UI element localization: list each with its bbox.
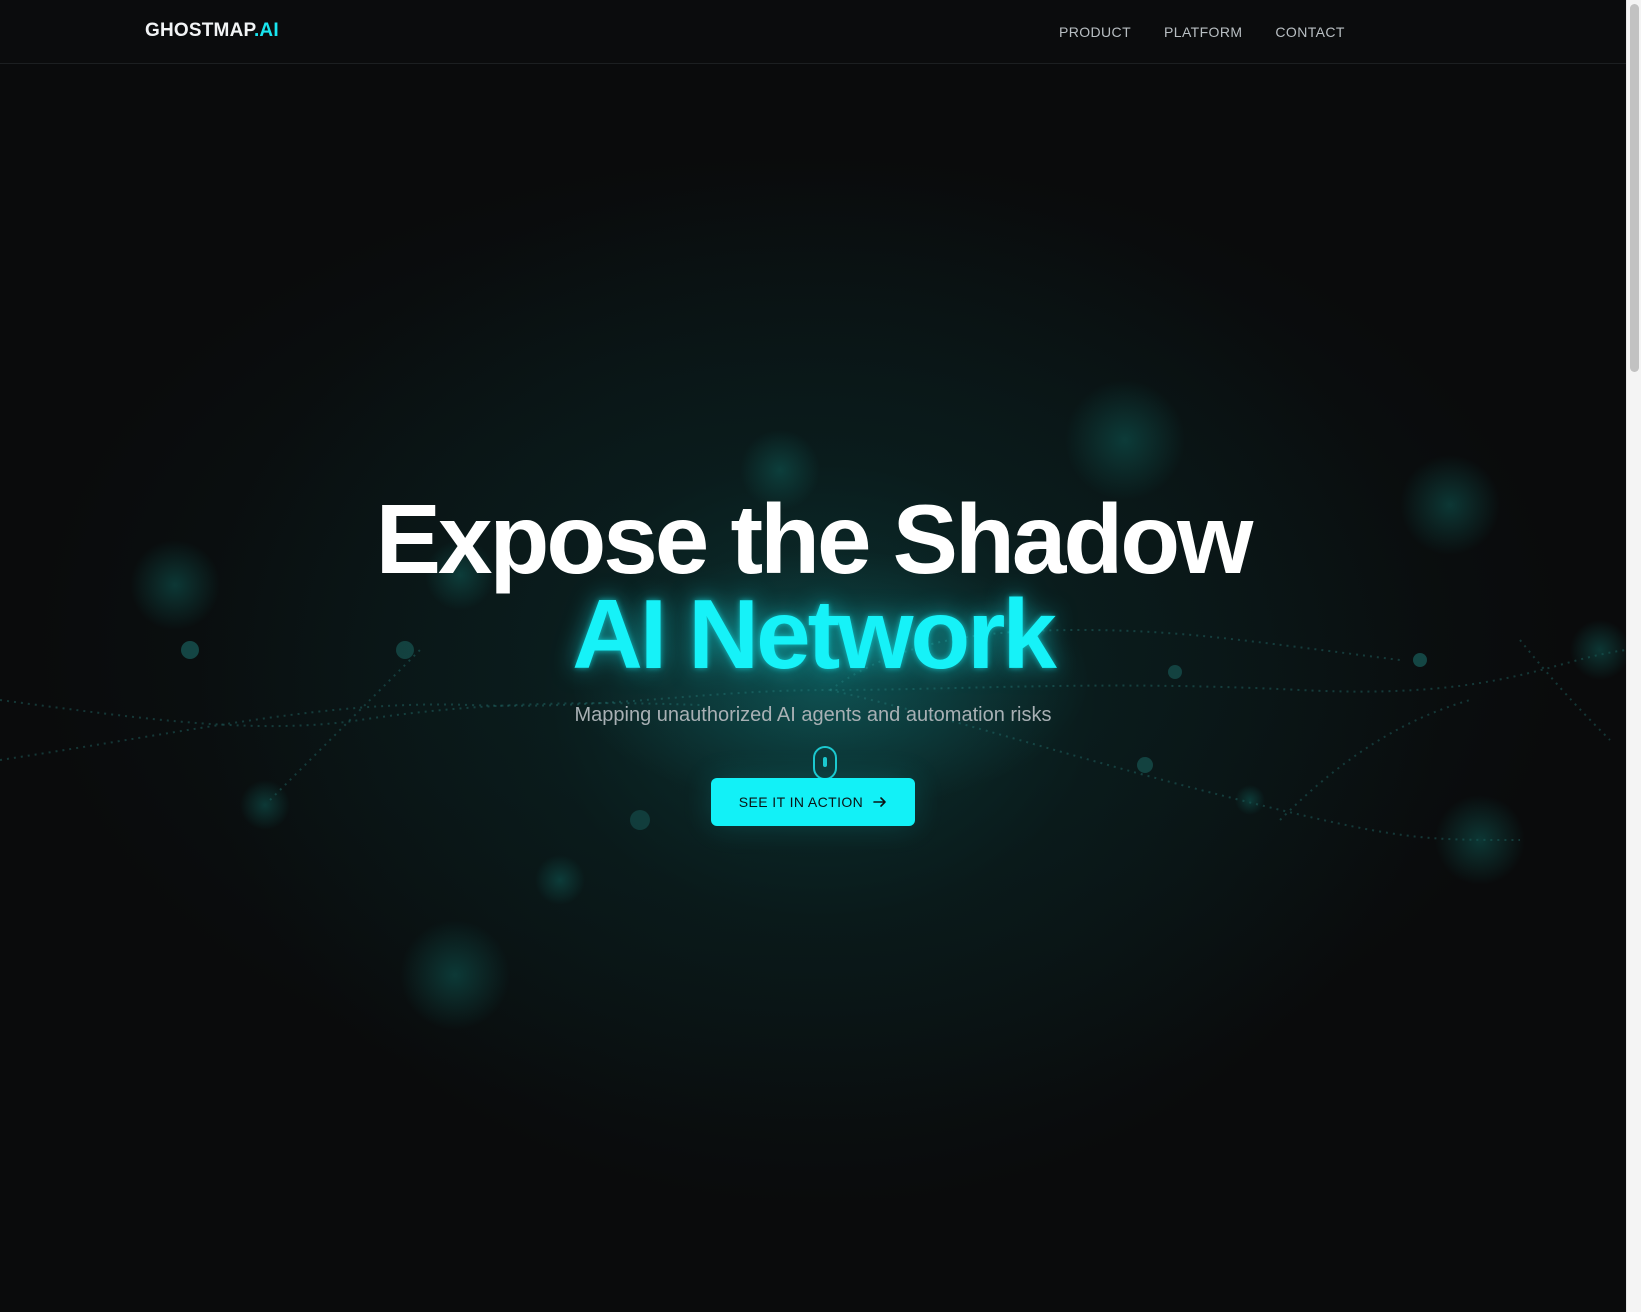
nav-link-platform[interactable]: PLATFORM: [1164, 24, 1242, 40]
arrow-right-icon: [873, 797, 886, 807]
nav-cta-hidden[interactable]: [1372, 22, 1484, 44]
brand-name: GHOSTMAP: [145, 20, 254, 41]
nav-link-contact[interactable]: CONTACT: [1275, 24, 1344, 40]
page-scrollbar[interactable]: [1626, 0, 1641, 1312]
brand-logo[interactable]: GHOSTMAP.AI: [145, 20, 279, 42]
hero-headline-line1: Expose the Shadow: [375, 484, 1254, 594]
brand-suffix: .AI: [253, 20, 279, 41]
page-viewport: GHOSTMAP.AI PRODUCT PLATFORM CONTACT Exp…: [0, 0, 1626, 1312]
hero-section: Expose the Shadow AI Network Mapping una…: [0, 0, 1626, 1312]
scroll-wheel: [823, 757, 827, 767]
hero-headline-line2: AI Network: [572, 579, 1057, 689]
scrollbar-thumb[interactable]: [1630, 4, 1639, 372]
cta-label: SEE IT IN ACTION: [738, 794, 864, 810]
main-nav: PRODUCT PLATFORM CONTACT: [1059, 24, 1345, 40]
hero-subtitle: Mapping unauthorized AI agents and autom…: [574, 704, 1052, 726]
nav-link-product[interactable]: PRODUCT: [1059, 24, 1131, 40]
top-navbar: GHOSTMAP.AI PRODUCT PLATFORM CONTACT: [0, 0, 1626, 64]
mouse-scroll-icon: [813, 746, 837, 780]
see-it-in-action-button[interactable]: SEE IT IN ACTION: [711, 778, 915, 826]
